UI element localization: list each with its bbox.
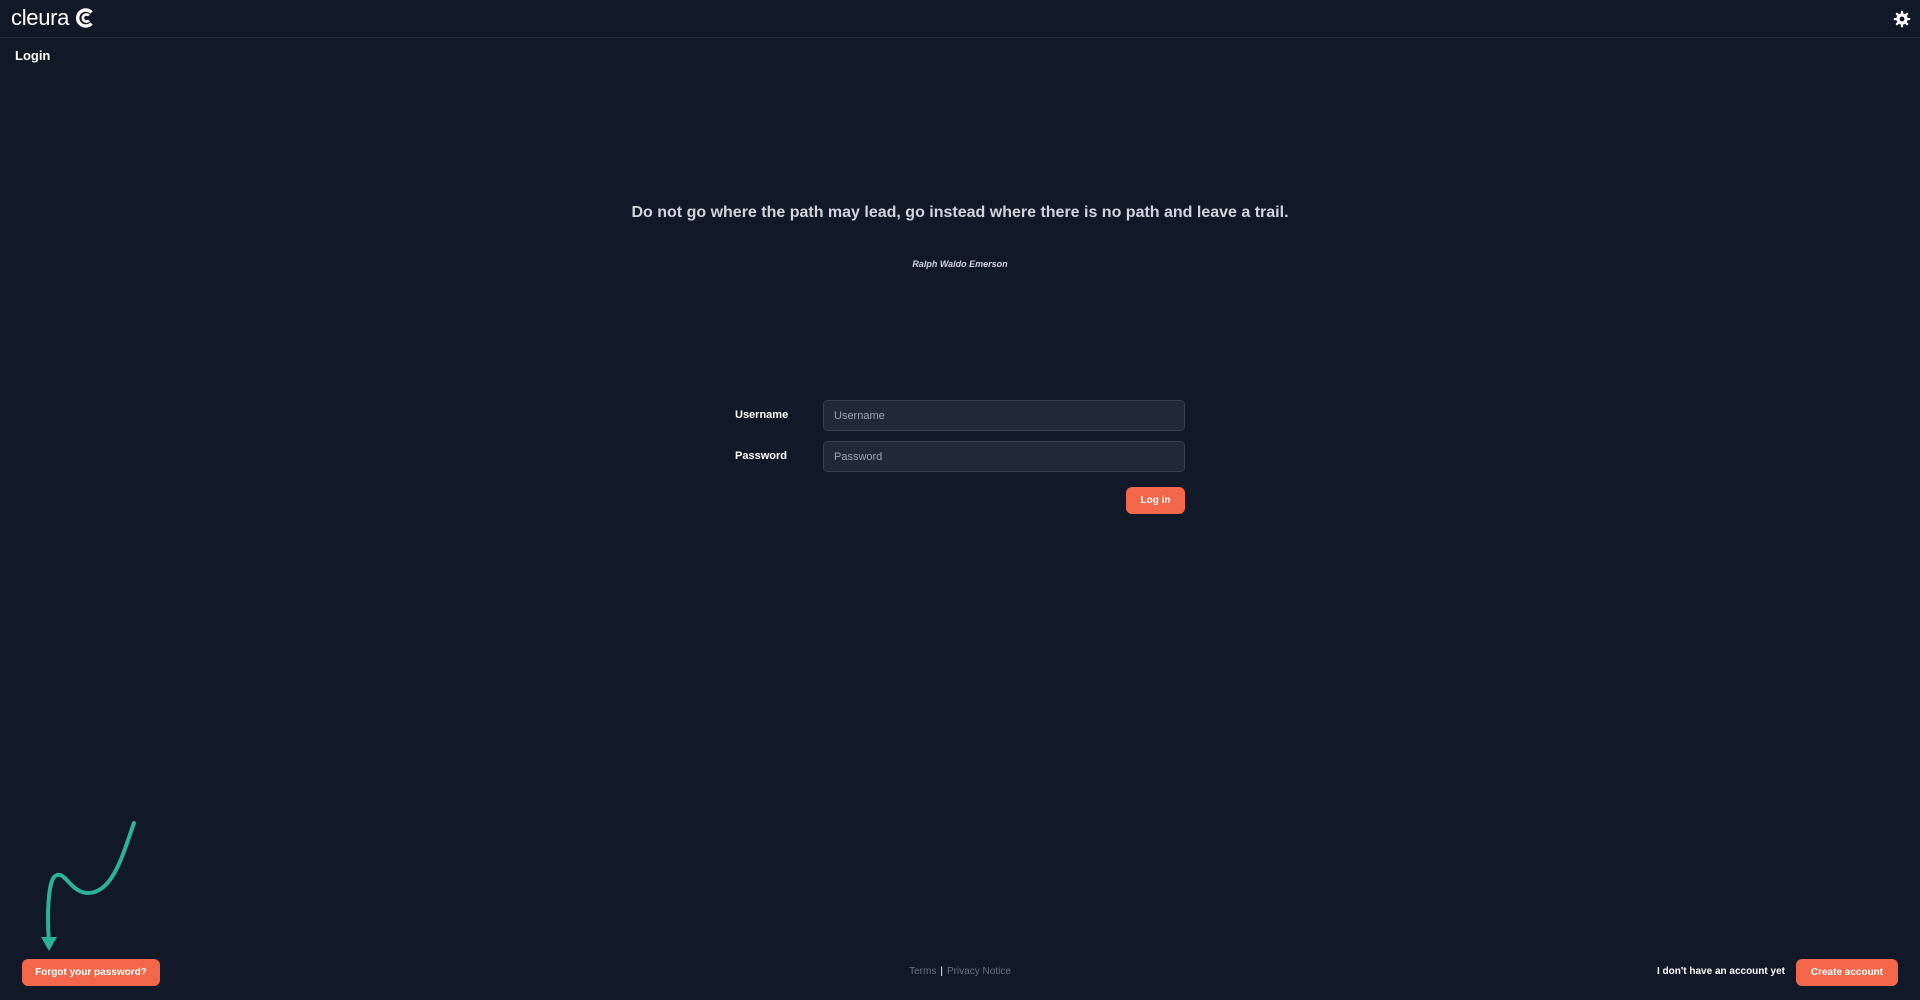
footer-links: Terms | Privacy Notice: [0, 966, 1920, 977]
annotation-arrow: [41, 821, 136, 951]
create-account-button[interactable]: Create account: [1796, 959, 1898, 986]
password-label: Password: [735, 450, 787, 462]
page-title: Login: [15, 48, 51, 63]
username-input[interactable]: [823, 400, 1185, 431]
gear-icon[interactable]: [1893, 10, 1911, 28]
cleura-logo-icon: [76, 8, 93, 28]
no-account-text: I don't have an account yet: [1657, 966, 1785, 977]
footer-separator: |: [940, 966, 943, 977]
terms-link[interactable]: Terms: [909, 966, 936, 977]
login-button[interactable]: Log in: [1126, 487, 1185, 514]
password-input[interactable]: [823, 441, 1185, 472]
cleura-logo[interactable]: cleura: [11, 5, 96, 31]
username-label: Username: [735, 409, 789, 421]
quote-text: Do not go where the path may lead, go in…: [631, 204, 1289, 221]
logo-text: cleura: [11, 5, 70, 30]
top-bar: cleura: [0, 0, 1920, 38]
privacy-notice-link[interactable]: Privacy Notice: [947, 966, 1011, 977]
quote-author: Ralph Waldo Emerson: [912, 259, 1008, 269]
